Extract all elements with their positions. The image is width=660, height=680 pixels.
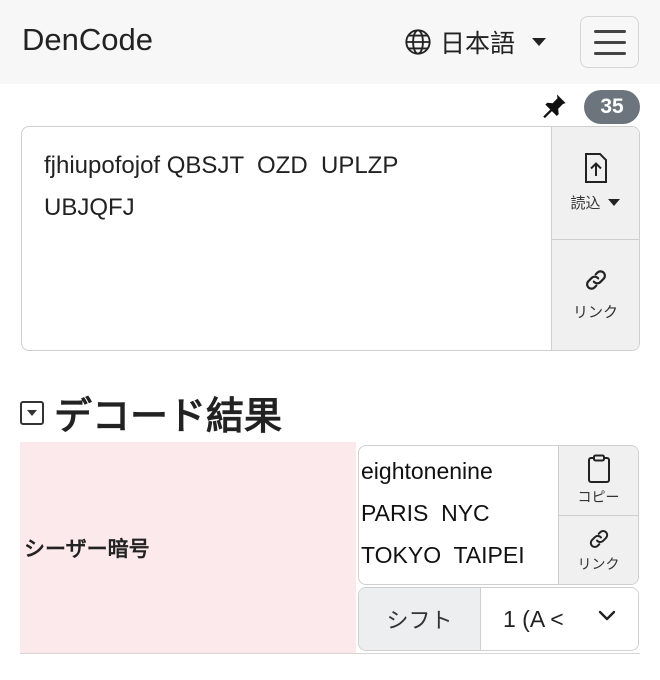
input-action-buttons: 読込 リンク <box>551 127 639 350</box>
shift-select[interactable]: 1 (A < <box>481 588 638 650</box>
link-button[interactable]: リンク <box>552 238 639 350</box>
link-button-label: リンク <box>572 304 618 322</box>
copy-button[interactable]: コピー <box>559 446 638 515</box>
shift-input-group: シフト 1 (A < <box>358 587 639 651</box>
result-output[interactable]: eightonenine PARIS NYC TOKYO TAIPEI <box>361 450 561 576</box>
shift-select-value: 1 (A < <box>503 605 564 632</box>
navbar: DenCode 日本語 <box>0 0 660 84</box>
link-icon <box>589 529 608 548</box>
shift-label: シフト <box>359 588 481 650</box>
load-button-label: 読込 <box>570 195 601 213</box>
result-action-buttons: コピー リンク <box>558 446 638 584</box>
globe-icon <box>405 29 431 55</box>
file-upload-icon <box>584 153 607 184</box>
input-textarea-group: fjhiupofojof QBSJT OZD UPLZP UBJQFJ 読込 リ… <box>21 126 640 351</box>
decode-results-header[interactable]: デコード結果 <box>20 385 282 440</box>
result-row-caesar: シーザー暗号 eightonenine PARIS NYC TOKYO TAIP… <box>20 442 640 654</box>
language-label: 日本語 <box>440 30 516 58</box>
hamburger-menu-icon <box>593 29 626 33</box>
hamburger-menu-button[interactable] <box>580 16 639 68</box>
language-selector[interactable]: 日本語 <box>404 22 547 62</box>
result-link-button-label: リンク <box>577 555 620 572</box>
input-textarea[interactable]: fjhiupofojof QBSJT OZD UPLZP UBJQFJ <box>44 145 544 229</box>
collapse-toggle-icon[interactable] <box>20 400 44 425</box>
result-output-group: eightonenine PARIS NYC TOKYO TAIPEI コピー … <box>358 445 639 585</box>
char-count-badge: 35 <box>584 90 640 124</box>
decode-results-title: デコード結果 <box>54 396 283 438</box>
caret-down-icon <box>532 38 547 46</box>
link-icon <box>585 270 606 290</box>
result-label: シーザー暗号 <box>20 442 356 653</box>
chevron-down-icon <box>598 610 616 621</box>
copy-button-label: コピー <box>577 489 620 505</box>
clipboard-icon <box>587 454 610 483</box>
result-link-button[interactable]: リンク <box>559 515 638 584</box>
pin-icon[interactable] <box>540 92 568 120</box>
caret-down-icon <box>607 199 620 207</box>
brand-logo[interactable]: DenCode <box>22 22 153 58</box>
load-button[interactable]: 読込 <box>552 127 639 239</box>
